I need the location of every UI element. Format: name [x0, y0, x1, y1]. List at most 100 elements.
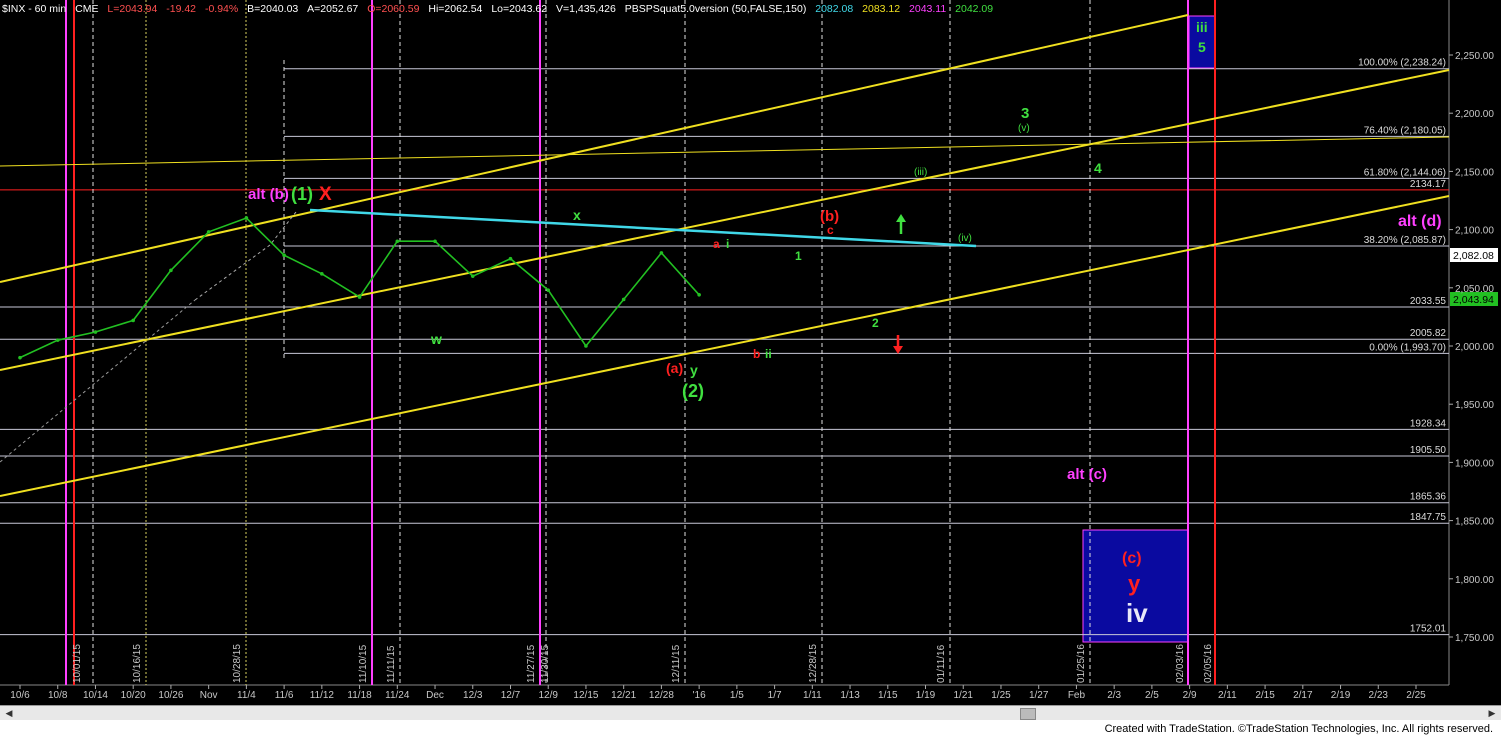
x-tick-label: 1/7	[768, 690, 782, 701]
fib-level-label: 61.80% (2,144.06)	[1364, 167, 1446, 178]
fib-level-label: 1905.50	[1410, 445, 1447, 456]
vertical-date-label: 01/11/16	[936, 644, 947, 683]
x-tick-label: '16	[693, 690, 706, 701]
scroll-right-arrow-icon[interactable]: ▶	[1486, 707, 1498, 719]
label-x: x	[573, 207, 581, 223]
price-point	[282, 253, 286, 258]
x-tick-label: Feb	[1068, 690, 1086, 701]
x-tick-label: Dec	[426, 690, 444, 701]
vertical-date-label: 02/05/16	[1203, 644, 1214, 683]
x-tick-label: 12/9	[538, 690, 558, 701]
label-iv-small: (iv)	[958, 233, 972, 244]
price-point	[697, 292, 701, 297]
x-tick-label: 11/6	[275, 690, 294, 701]
price-point	[320, 272, 324, 276]
vertical-date-label: 10/28/15	[232, 644, 243, 683]
fib-level-label: 38.20% (2,085.87)	[1364, 235, 1446, 246]
x-tick-label: 11/24	[385, 690, 410, 701]
label-y: y	[690, 362, 698, 378]
y-tick-label: 2,100.00	[1455, 226, 1494, 237]
label-iv-box: iv	[1126, 598, 1148, 628]
y-tick-label: 1,800.00	[1455, 575, 1494, 586]
x-tick-label: 2/25	[1406, 690, 1426, 701]
label-iii-small: (iii)	[914, 167, 927, 178]
x-tick-label: 10/8	[48, 690, 68, 701]
vertical-date-label: 11/11/15	[386, 645, 397, 683]
vertical-date-label: 10/01/15	[72, 644, 83, 683]
price-point	[131, 318, 135, 323]
x-tick-label: 12/21	[611, 690, 636, 701]
indicator-label: PBSPSquat5.0version (50,FALSE,150)	[624, 3, 807, 15]
price-tag-indicator: 2,082.08	[1450, 248, 1498, 262]
y-tick-label: 2,050.00	[1455, 284, 1494, 295]
x-tick-label: 10/26	[158, 690, 183, 701]
vertical-date-label: 02/03/16	[1175, 644, 1186, 683]
label-a-small: a	[713, 237, 720, 251]
price-chart: 100.00% (2,238.24) 76.40% (2,180.05) 61.80…	[0, 0, 1501, 705]
scroll-thumb[interactable]	[1020, 708, 1036, 720]
x-tick-label: 10/20	[121, 690, 146, 701]
x-tick-label: 2/17	[1293, 690, 1313, 701]
y-tick-label: 2,150.00	[1455, 167, 1494, 178]
y-tick-label: 1,750.00	[1455, 633, 1494, 644]
price-point	[93, 330, 98, 334]
label-wave-2: (2)	[682, 381, 704, 401]
symbol-label: $INX - 60 min	[2, 3, 67, 15]
exchange-label: CME	[75, 3, 99, 15]
price-point	[244, 216, 249, 220]
label-1: 1	[795, 249, 802, 263]
y-tick-label: 2,250.00	[1455, 51, 1494, 62]
fib-level-label: 1865.36	[1410, 492, 1447, 503]
last-label: L=2043.94	[107, 3, 158, 15]
low-label: Lo=2043.62	[491, 3, 548, 15]
scroll-left-arrow-icon[interactable]: ◀	[3, 707, 15, 719]
vertical-date-label: 11/27/15	[526, 644, 537, 683]
price-point	[395, 239, 400, 244]
x-tick-label: 12/15	[573, 690, 598, 701]
label-i-small: i	[726, 237, 729, 251]
ind-val-1: 2082.08	[815, 3, 854, 15]
x-tick-label: 2/5	[1145, 690, 1159, 701]
price-point	[659, 251, 664, 255]
label-a-red: (a)	[666, 360, 683, 376]
label-3: 3	[1021, 105, 1029, 122]
x-tick-label: 11/18	[347, 690, 372, 701]
label-b-small: b	[753, 347, 760, 361]
label-2: 2	[872, 316, 879, 330]
label-x-mark: X	[319, 184, 332, 205]
price-point	[18, 355, 22, 360]
fib-level-label: 1928.34	[1410, 418, 1447, 429]
x-tick-label: 2/9	[1183, 690, 1197, 701]
fib-level-label: 1847.75	[1410, 512, 1447, 523]
vertical-date-label: 11/30/15	[540, 644, 551, 683]
label-w: w	[430, 331, 442, 347]
x-tick-label: 12/7	[501, 690, 521, 701]
x-tick-label: 12/3	[463, 690, 483, 701]
ind-val-2: 2083.12	[862, 3, 901, 15]
fib-level-label: 2033.55	[1410, 296, 1447, 307]
change-label: -19.42	[166, 3, 197, 15]
y-tick-label: 1,900.00	[1455, 458, 1494, 469]
x-tick-label: 11/4	[237, 690, 256, 701]
x-tick-label: 1/15	[878, 690, 898, 701]
price-point	[546, 288, 551, 292]
label-alt-c: alt (c)	[1067, 466, 1107, 483]
vertical-date-label: 01/25/16	[1076, 644, 1087, 683]
vertical-date-label: 10/16/15	[132, 644, 143, 683]
horizontal-scrollbar[interactable]: ◀ ▶	[0, 705, 1501, 720]
x-tick-label: 2/23	[1369, 690, 1389, 701]
bid-label: B=2040.03	[247, 3, 299, 15]
chart-header: $INX - 60 min CME L=2043.94 -19.42 -0.94…	[2, 3, 993, 15]
x-tick-label: 1/5	[730, 690, 744, 701]
vertical-date-label: 12/11/15	[671, 644, 682, 683]
x-tick-label: 2/15	[1255, 690, 1275, 701]
label-4: 4	[1094, 160, 1102, 176]
label-v-small: (v)	[1018, 123, 1030, 134]
price-point	[433, 239, 437, 244]
label-c-small: c	[827, 223, 834, 237]
y-tick-label: 2,000.00	[1455, 342, 1494, 353]
ask-label: A=2052.67	[307, 3, 359, 15]
ind-val-4: 2042.09	[955, 3, 994, 15]
label-alt-b: alt (b)	[248, 186, 289, 203]
fib-level-label: 2134.17	[1410, 179, 1447, 190]
